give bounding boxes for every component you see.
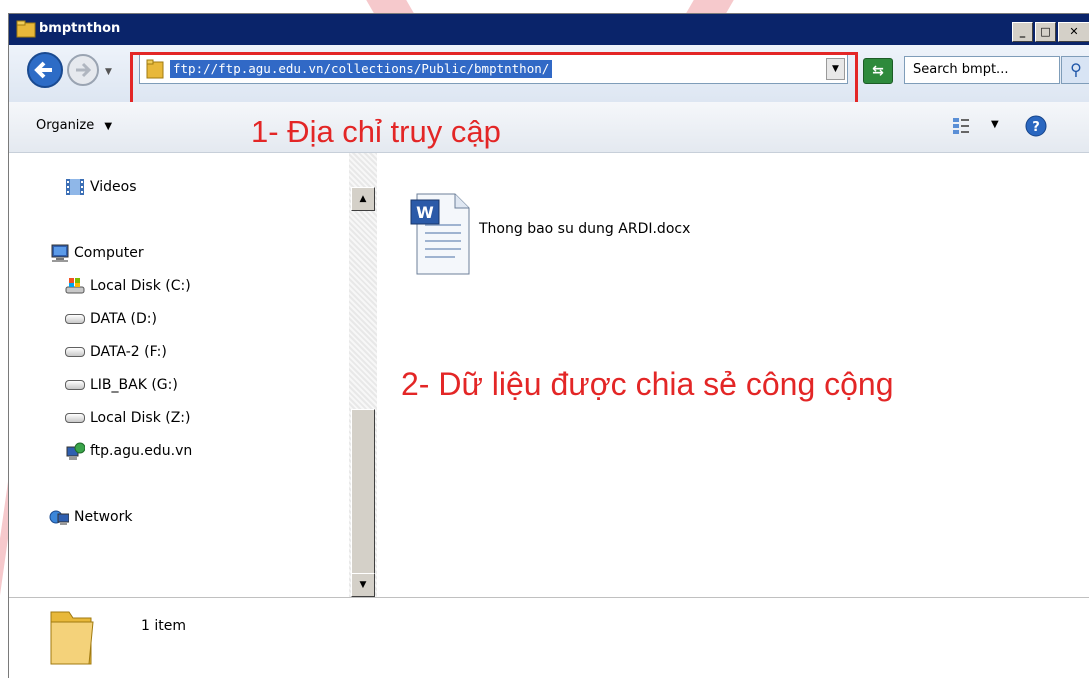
drive-icon: [65, 380, 85, 390]
nav-item-label: Videos: [90, 179, 137, 195]
nav-item-label: ftp.agu.edu.vn: [90, 443, 193, 459]
network-icon: [49, 510, 69, 525]
organize-label: Organize: [36, 118, 95, 133]
nav-item-data-d[interactable]: DATA (D:): [65, 308, 157, 330]
close-button[interactable]: ✕: [1058, 22, 1089, 42]
search-icon[interactable]: ⚲: [1061, 56, 1089, 84]
nav-item-label: Local Disk (Z:): [90, 410, 191, 426]
nav-item-label: Network: [74, 509, 133, 525]
videos-icon: [66, 179, 84, 195]
refresh-button[interactable]: ⇆: [863, 58, 893, 84]
navigation-pane: Videos Computer Local Disk (C:) DATA (D:…: [9, 153, 349, 597]
help-icon[interactable]: ?: [1025, 115, 1047, 137]
nav-item-label: Local Disk (C:): [90, 278, 191, 294]
nav-item-data-2-f[interactable]: DATA-2 (F:): [65, 341, 167, 363]
organize-menu[interactable]: Organize ▼: [36, 118, 112, 133]
nav-item-local-disk-z[interactable]: Local Disk (Z:): [65, 407, 191, 429]
folder-icon: [16, 20, 36, 38]
nav-item-ftp[interactable]: ftp.agu.edu.vn: [65, 440, 192, 462]
annotation-data-label: 2- Dữ liệu được chia sẻ công cộng: [401, 366, 894, 402]
file-item[interactable]: W Thong bao su dung ARDI.docx: [407, 190, 690, 276]
views-icon[interactable]: [952, 117, 970, 135]
history-dropdown-icon[interactable]: ▼: [105, 67, 112, 77]
scroll-up-button[interactable]: ▲: [351, 187, 375, 211]
drive-icon: [65, 347, 85, 357]
word-document-icon: W: [410, 193, 470, 275]
nav-item-label: DATA-2 (F:): [90, 344, 167, 360]
scroll-down-button[interactable]: ▼: [351, 573, 375, 597]
svg-text:?: ?: [1032, 120, 1040, 135]
command-toolbar: Organize ▼ ▼ ?: [9, 102, 1089, 153]
back-button[interactable]: [25, 50, 65, 90]
folder-icon: [50, 611, 94, 665]
watermark-stroke: [686, 0, 734, 13]
nav-item-computer[interactable]: Computer: [49, 242, 144, 264]
drive-icon: [65, 413, 85, 423]
nav-item-videos[interactable]: Videos: [65, 176, 137, 198]
file-name: Thong bao su dung ARDI.docx: [479, 221, 691, 237]
nav-pane-scrollbar[interactable]: ▲ ▼: [349, 153, 377, 597]
forward-button[interactable]: [65, 52, 101, 88]
maximize-button[interactable]: □: [1035, 22, 1056, 42]
computer-icon: [51, 244, 69, 262]
explorer-window: bmptnthon _ □ ✕ ▼ ftp://ftp.agu.edu.vn/c…: [8, 13, 1089, 679]
search-placeholder: Search bmpt...: [913, 62, 1009, 77]
title-bar: bmptnthon _ □ ✕: [9, 14, 1089, 45]
search-field[interactable]: Search bmpt...: [904, 56, 1060, 84]
views-dropdown-icon[interactable]: ▼: [991, 119, 999, 130]
minimize-button[interactable]: _: [1012, 22, 1033, 42]
system-drive-icon: [65, 278, 85, 294]
drive-icon: [65, 314, 85, 324]
nav-item-label: LIB_BAK (G:): [90, 377, 178, 393]
nav-item-network[interactable]: Network: [49, 506, 132, 528]
nav-item-local-disk-c[interactable]: Local Disk (C:): [65, 275, 191, 297]
nav-item-lib-bak-g[interactable]: LIB_BAK (G:): [65, 374, 178, 396]
chevron-down-icon: ▼: [104, 121, 113, 132]
scroll-thumb[interactable]: [351, 409, 375, 575]
item-count: 1 item: [141, 618, 186, 634]
svg-text:W: W: [416, 203, 434, 222]
watermark-stroke: [366, 0, 414, 13]
details-pane: 1 item: [9, 597, 1089, 679]
nav-item-label: DATA (D:): [90, 311, 157, 327]
window-title: bmptnthon: [39, 21, 121, 36]
nav-item-label: Computer: [74, 245, 144, 261]
network-location-icon: [66, 442, 85, 460]
annotation-address-label: 1- Địa chỉ truy cập: [251, 114, 501, 149]
